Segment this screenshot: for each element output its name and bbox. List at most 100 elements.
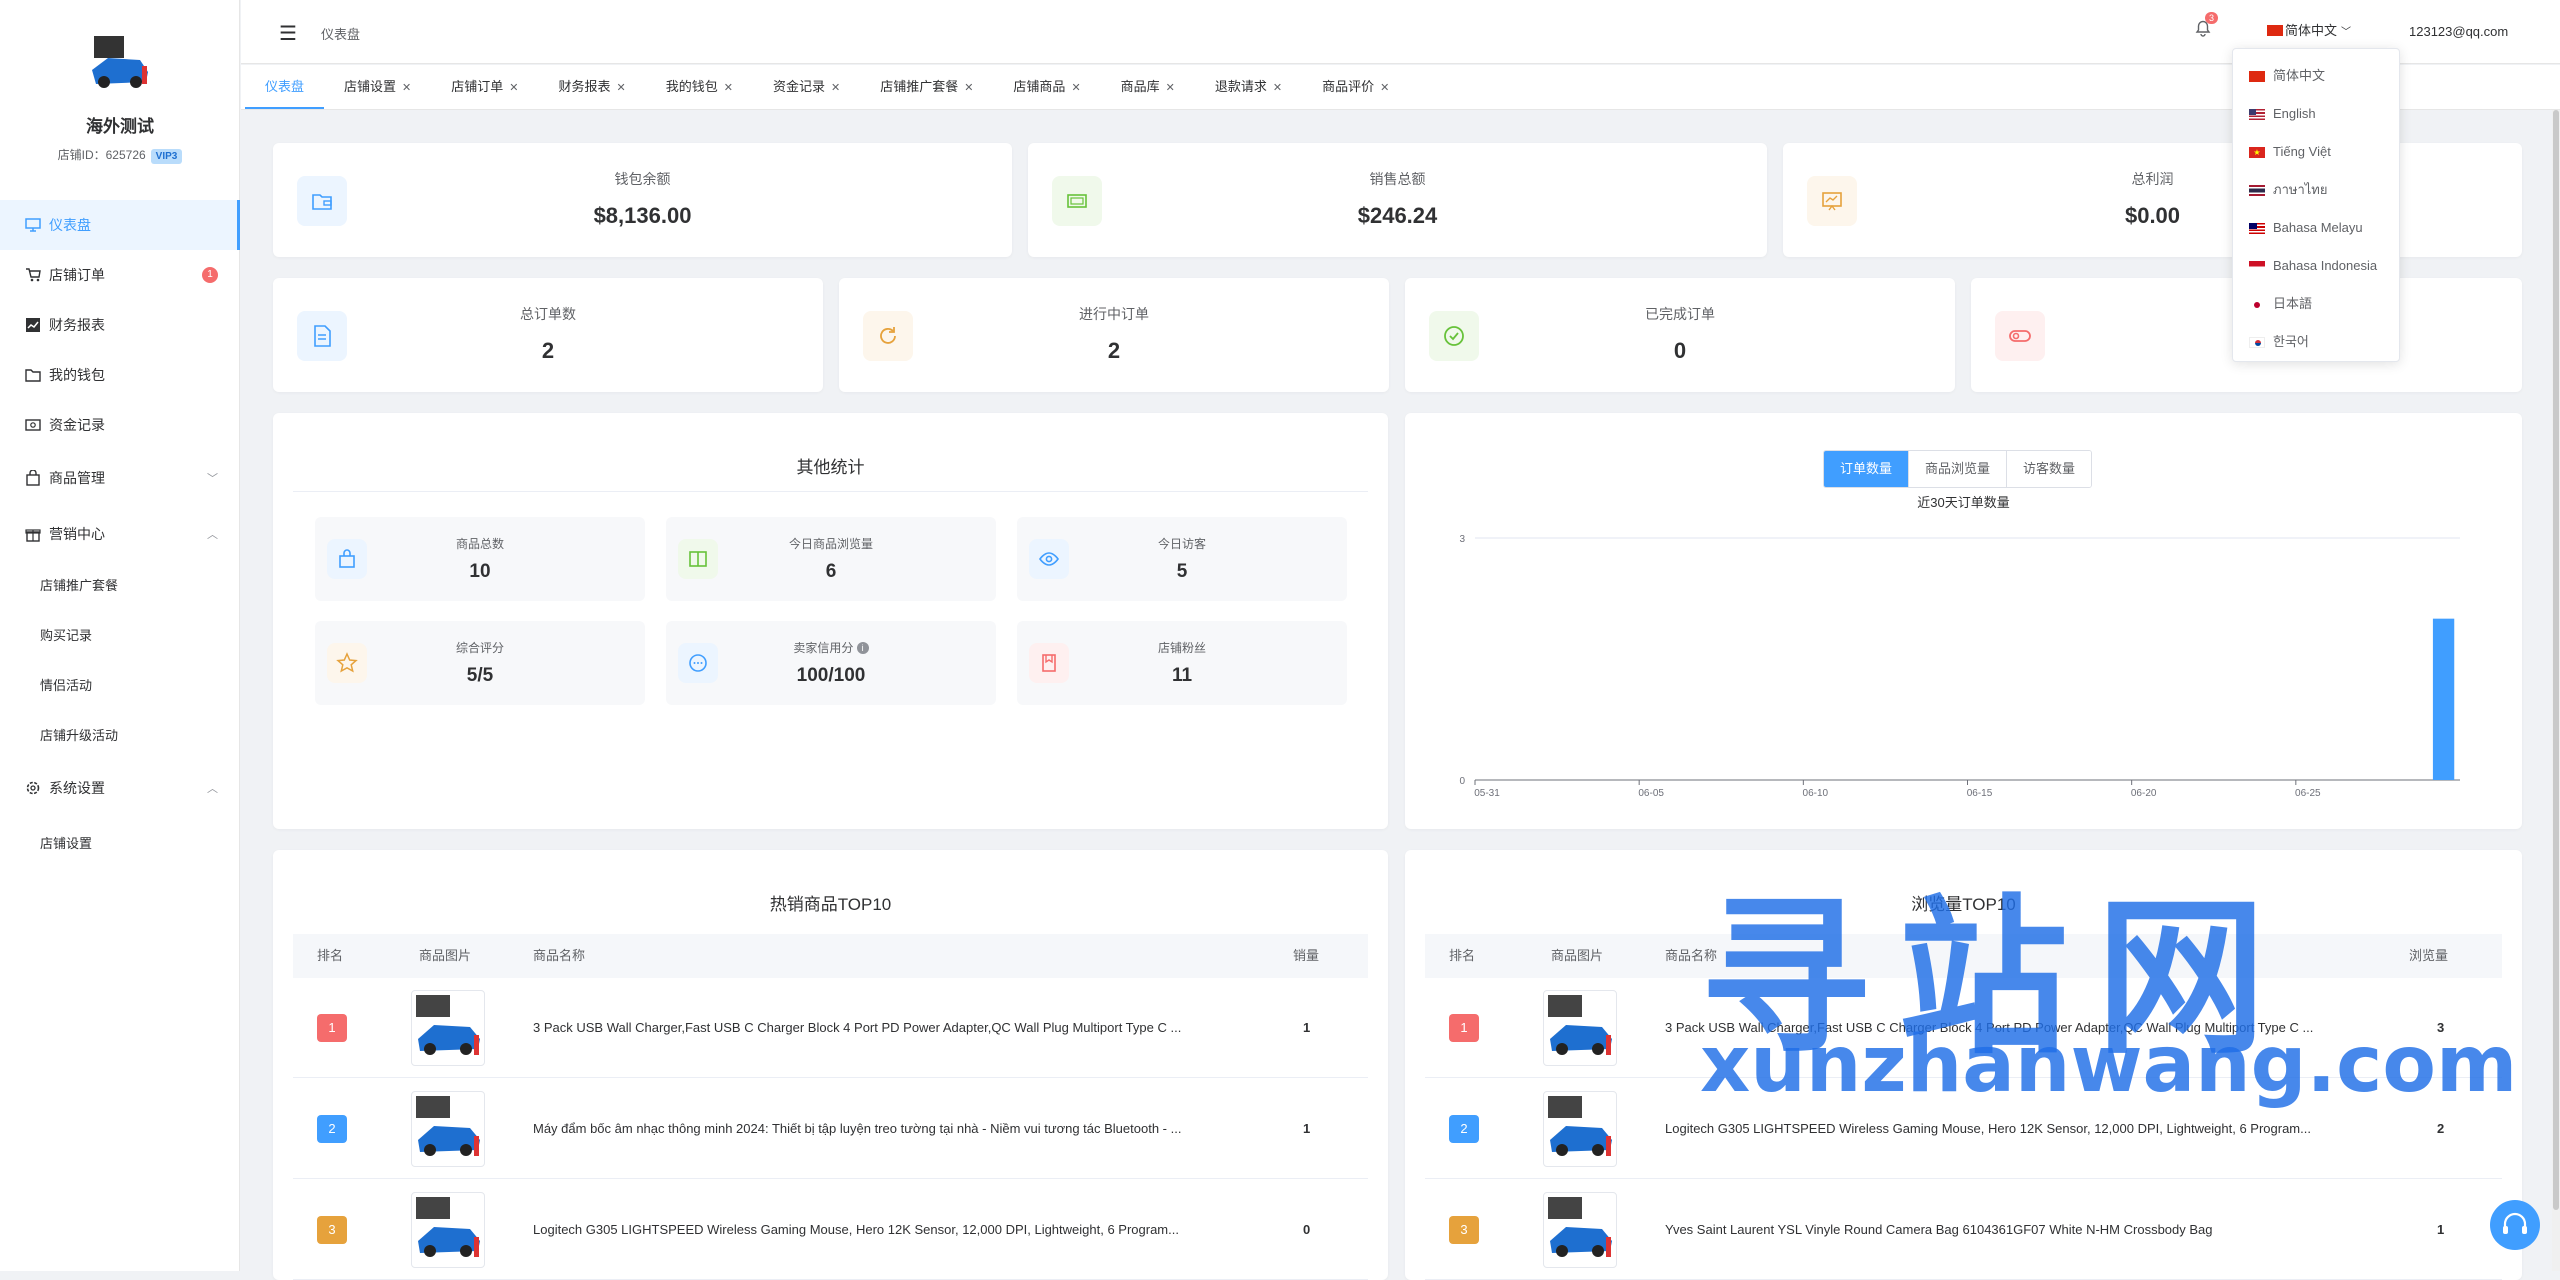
x-tick-label: 06-20 [2131,788,2157,799]
tab-order-count[interactable]: 订单数量 [1824,451,1909,487]
tab-shop-products[interactable]: 店铺商品 ✕ [993,65,1100,109]
user-email[interactable]: 123123@qq.com [2409,24,2508,39]
lang-option-vi[interactable]: ★ Tiếng Việt [2233,133,2399,171]
view-count: 1 [2437,1222,2445,1237]
tab-product-library[interactable]: 商品库 ✕ [1101,65,1195,109]
sidebar-item-upgrade-event[interactable]: 店铺升级活动 [0,709,240,759]
notification-count: 3 [2205,12,2219,24]
other-stats-title: 其他统计 [796,458,865,477]
tab-reviews[interactable]: 商品评价 ✕ [1302,65,1409,109]
lang-label: 简体中文 [2273,68,2326,83]
lang-label: Bahasa Indonesia [2273,258,2378,273]
info-icon[interactable]: i [856,642,869,654]
product-name: 3 Pack USB Wall Charger,Fast USB C Charg… [1665,1020,2314,1035]
page-scrollbar[interactable] [2552,110,2560,1271]
top-sales-title: 热销商品TOP10 [769,895,892,914]
tab-refunds[interactable]: 退款请求 ✕ [1195,65,1302,109]
table-row[interactable]: 3 Logitech G305 LIGHTSPEED Wireless Gami… [293,1180,1368,1280]
tab-shop-settings[interactable]: 店铺设置 ✕ [324,65,431,109]
sidebar-item-dashboard[interactable]: 仪表盘 [0,200,240,250]
table-row[interactable]: 1 3 Pack USB Wall Charger,Fast USB C Cha… [1425,978,2502,1078]
sidebar-item-shop-settings[interactable]: 店铺设置 [0,817,240,867]
support-chat-button[interactable] [2490,1200,2540,1250]
sales-count: 0 [1303,1222,1311,1237]
tab-label: 商品库 [1120,79,1160,94]
close-icon[interactable]: ✕ [724,82,733,94]
stat-value: 0 [1673,338,1687,363]
other-stats-card: 其他统计 商品总数 10 今日商品浏览量 6 今日访客 5 综合评分 5/5 卖家信用分… [273,413,1388,829]
lang-option-zh[interactable]: 简体中文 [2233,57,2399,95]
lang-option-th[interactable]: ภาษาไทย [2233,171,2399,209]
stat-value: 5/5 [466,665,494,686]
close-icon[interactable]: ✕ [1273,82,1282,94]
lang-option-en[interactable]: English [2233,95,2399,133]
close-icon[interactable]: ✕ [1071,82,1080,94]
rank-badge: 2 [317,1115,347,1143]
tab-wallet[interactable]: 我的钱包 ✕ [646,65,753,109]
toggle-icon [1995,311,2045,361]
table-row[interactable]: 2 Logitech G305 LIGHTSPEED Wireless Gami… [1425,1079,2502,1179]
stat-today-visitors: 今日访客 5 [1017,517,1347,601]
sidebar-item-purchase-records[interactable]: 购买记录 [0,609,240,659]
sidebar-item-label: 店铺订单 [49,267,105,283]
vn-flag-icon: ★ [2249,147,2265,158]
sidebar-item-marketing[interactable]: 营销中心 ︿ [0,509,240,559]
rank-badge: 1 [1449,1014,1479,1042]
tab-promo[interactable]: 店铺推广套餐 ✕ [860,65,993,109]
table-row[interactable]: 3 Yves Saint Laurent YSL Vinyle Round Ca… [1425,1180,2502,1280]
sidebar-item-finance[interactable]: 财务报表 [0,300,240,350]
table-row[interactable]: 2 Máy đẩm bốc âm nhạc thông minh 2024: T… [293,1079,1368,1179]
tab-finance[interactable]: 财务报表 ✕ [538,65,645,109]
scrollbar-thumb[interactable] [2553,110,2559,1210]
tab-label: 我的钱包 [665,79,718,94]
lang-option-ko[interactable]: 한국어 [2233,323,2399,361]
lang-option-id[interactable]: Bahasa Indonesia [2233,247,2399,285]
col-image: 商品图片 [419,948,472,963]
language-selector[interactable]: 简体中文 ﹀ [2267,20,2351,39]
x-tick-label: 06-05 [1638,788,1664,799]
tab-funds[interactable]: 资金记录 ✕ [753,65,860,109]
close-icon[interactable]: ✕ [617,82,626,94]
col-image: 商品图片 [1551,948,1604,963]
lang-option-ja[interactable]: 日本語 [2233,285,2399,323]
stat-value: $246.24 [1357,203,1438,228]
product-name: Logitech G305 LIGHTSPEED Wireless Gaming… [1665,1121,2311,1136]
close-icon[interactable]: ✕ [831,82,840,94]
notification-bell[interactable]: 3 [2193,12,2219,42]
sidebar-item-couple-event[interactable]: 情侣活动 [0,659,240,709]
headset-icon [2503,1212,2527,1234]
lang-label: Bahasa Melayu [2273,220,2363,235]
sidebar-item-system-settings[interactable]: 系统设置 ︿ [0,763,240,813]
sidebar-item-funds[interactable]: 资金记录 [0,400,240,450]
tab-visitors[interactable]: 访客数量 [2006,451,2092,487]
sidebar-item-products[interactable]: 商品管理 ﹀ [0,453,240,503]
tab-product-views[interactable]: 商品浏览量 [1908,451,2007,487]
tab-label: 商品评价 [1322,79,1375,94]
stat-value: 6 [825,561,837,582]
lang-option-ms[interactable]: Bahasa Melayu [2233,209,2399,247]
shop-logo [88,32,152,94]
order-badge: 1 [202,267,218,283]
tab-shop-orders[interactable]: 店铺订单 ✕ [431,65,538,109]
lang-label: 日本語 [2273,296,2313,311]
table-row[interactable]: 1 3 Pack USB Wall Charger,Fast USB C Cha… [293,978,1368,1078]
tab-dashboard[interactable]: 仪表盘 [245,65,325,109]
id-flag-icon [2249,261,2265,272]
sidebar-item-orders[interactable]: 店铺订单 1 [0,250,240,300]
stat-label: 店铺粉丝 [1157,641,1206,655]
tab-label: 店铺订单 [451,79,504,94]
close-icon[interactable]: ✕ [402,82,411,94]
close-icon[interactable]: ✕ [1380,82,1389,94]
close-icon[interactable]: ✕ [1166,82,1175,94]
stat-value: 2 [1107,338,1121,363]
stat-today-views: 今日商品浏览量 6 [666,517,996,601]
menu-toggle-icon[interactable]: ☰ [279,21,297,46]
chart-tab-group: 订单数量 商品浏览量 访客数量 [1823,450,2093,488]
rank-badge: 3 [317,1216,347,1244]
sidebar-item-wallet[interactable]: 我的钱包 [0,350,240,400]
lang-label: ภาษาไทย [2273,182,2328,197]
sidebar-item-promo-package[interactable]: 店铺推广套餐 [0,559,240,609]
product-thumbnail [411,1192,485,1268]
close-icon[interactable]: ✕ [964,82,973,94]
close-icon[interactable]: ✕ [509,82,518,94]
